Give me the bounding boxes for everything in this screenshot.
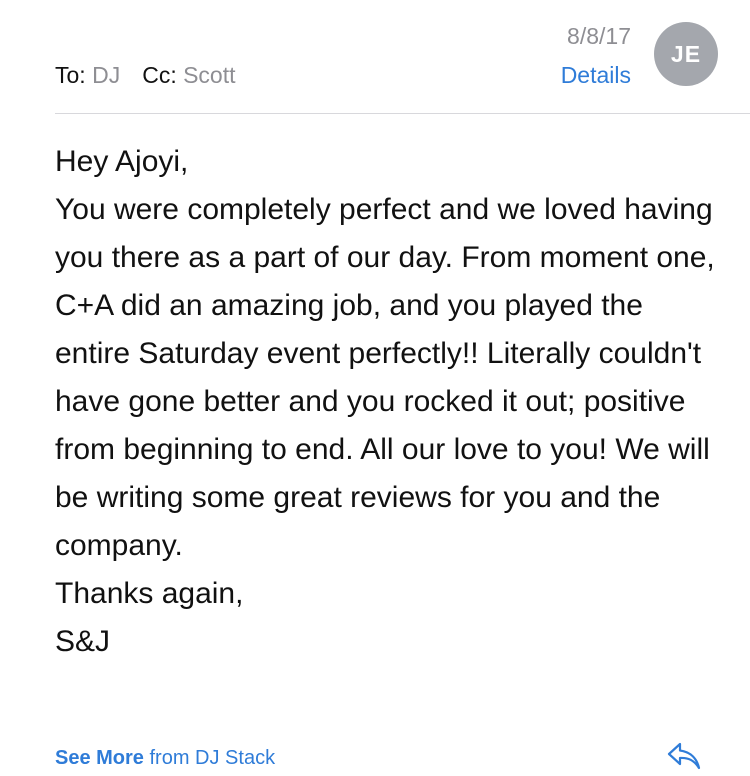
to-recipient[interactable]: DJ xyxy=(92,62,120,88)
avatar[interactable]: JE xyxy=(654,22,718,86)
footer-row: See More from DJ Stack xyxy=(55,745,275,771)
details-button[interactable]: Details xyxy=(561,61,631,89)
message-date: 8/8/17 xyxy=(567,23,631,49)
to-label: To: xyxy=(55,62,86,88)
message-header: To: DJ Cc: Scott 8/8/17 Details JE xyxy=(0,0,750,114)
recipients-row: To: DJ Cc: Scott xyxy=(55,61,236,89)
signature: S&J xyxy=(55,625,111,658)
closing-line: Thanks again, xyxy=(55,577,244,610)
header-divider xyxy=(55,113,750,114)
see-more-link[interactable]: See More xyxy=(55,747,144,769)
see-more-from-text[interactable]: from DJ Stack xyxy=(150,747,276,769)
avatar-initials: JE xyxy=(670,40,702,67)
cc-recipient[interactable]: Scott xyxy=(183,62,235,88)
reply-arrow-icon[interactable] xyxy=(666,741,702,771)
greeting-line: Hey Ajoyi, xyxy=(55,145,189,178)
message-paragraph: You were completely perfect and we loved… xyxy=(55,193,715,562)
message-body: Hey Ajoyi, You were completely perfect a… xyxy=(55,138,715,666)
cc-label: Cc: xyxy=(142,62,177,88)
